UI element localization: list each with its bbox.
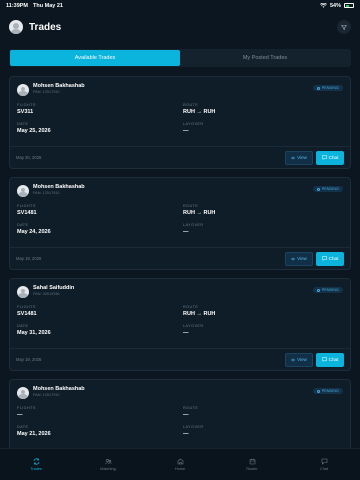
route-value: — — [183, 412, 189, 418]
clock-icon — [316, 187, 320, 191]
clock-icon — [316, 86, 320, 90]
flight-value: SV1481 — [17, 210, 37, 216]
layover-value: — — [183, 128, 189, 134]
trader-name: Mohsen Bakhashab — [33, 386, 85, 392]
app-header: Trades — [9, 18, 351, 36]
avatar — [17, 286, 29, 298]
chat-bubble-icon — [321, 256, 327, 261]
eye-icon — [291, 257, 296, 260]
view-button[interactable]: View — [285, 150, 313, 165]
chat-button[interactable]: Chat — [316, 352, 344, 367]
chat-icon — [321, 458, 327, 465]
status-bar: 11:39PM Thu May 21 54% — [0, 0, 360, 11]
route-value: RUH → RUH — [183, 311, 216, 317]
posted-date: May 20, 2026 — [16, 155, 42, 160]
avatar — [17, 185, 29, 197]
trade-tabs: Available Trades My Posted Trades — [9, 49, 351, 67]
status-date: Thu May 21 — [33, 2, 63, 9]
posted-date: May 19, 2026 — [16, 357, 42, 362]
home-icon — [177, 458, 183, 465]
nav-home[interactable]: Home — [160, 458, 200, 471]
filter-button[interactable] — [337, 20, 351, 34]
status-badge: PENDING — [312, 186, 343, 192]
battery-percent: 54% — [329, 2, 341, 9]
trade-card[interactable]: Mohsen Bakhashab PAN: 12517910 PENDING F… — [9, 177, 351, 270]
route-value: RUH → RUH — [183, 109, 216, 115]
matching-icon — [104, 459, 112, 465]
trader-id: PAN: 30019336 — [33, 292, 60, 296]
status-time: 11:39PM — [6, 2, 29, 9]
chat-bubble-icon — [321, 357, 327, 362]
flight-value: — — [17, 412, 23, 418]
nav-chat[interactable]: Chat — [304, 458, 344, 471]
layover-value: — — [183, 431, 189, 437]
avatar — [17, 387, 29, 399]
status-badge: PENDING — [312, 85, 343, 91]
tab-my-posted-trades[interactable]: My Posted Trades — [180, 50, 350, 66]
view-button[interactable]: View — [285, 251, 313, 266]
trader-id: PAN: 12517910 — [33, 90, 60, 94]
trade-card[interactable]: Mohsen Bakhashab PAN: 12517910 PENDING F… — [9, 76, 351, 169]
trades-icon — [33, 458, 39, 465]
bottom-nav: Trades Matching Home Roster Chat — [0, 448, 360, 480]
date-value: May 21, 2026 — [17, 431, 51, 437]
chat-button[interactable]: Chat — [316, 150, 344, 165]
date-value: May 24, 2026 — [17, 229, 51, 235]
avatar — [17, 84, 29, 96]
battery-icon — [344, 3, 354, 8]
status-badge: PENDING — [312, 388, 343, 394]
clock-icon — [316, 389, 320, 393]
date-value: May 31, 2026 — [17, 330, 51, 336]
trader-name: Mohsen Bakhashab — [33, 184, 85, 190]
nav-roster[interactable]: Roster — [232, 458, 272, 471]
trader-id: PAN: 12517910 — [33, 393, 60, 397]
eye-icon — [291, 156, 296, 159]
trader-name: Sahal Saifuddin — [33, 285, 75, 291]
trade-list: Mohsen Bakhashab PAN: 12517910 PENDING F… — [9, 76, 351, 480]
route-value: RUH → RUH — [183, 210, 216, 216]
chat-bubble-icon — [321, 155, 327, 160]
eye-icon — [291, 358, 296, 361]
posted-date: May 19, 2026 — [16, 256, 42, 261]
nav-matching[interactable]: Matching — [88, 458, 128, 471]
flight-value: SV311 — [17, 109, 34, 115]
trade-card[interactable]: Sahal Saifuddin PAN: 30019336 PENDING FL… — [9, 278, 351, 371]
trader-name: Mohsen Bakhashab — [33, 83, 85, 89]
view-button[interactable]: View — [285, 352, 313, 367]
layover-value: — — [183, 229, 189, 235]
tab-available-trades[interactable]: Available Trades — [10, 50, 180, 66]
avatar[interactable] — [9, 20, 23, 34]
clock-icon — [316, 288, 320, 292]
nav-trades[interactable]: Trades — [16, 458, 56, 471]
roster-icon — [249, 458, 255, 465]
status-badge: PENDING — [312, 287, 343, 293]
layover-value: — — [183, 330, 189, 336]
date-value: May 25, 2026 — [17, 128, 51, 134]
trader-id: PAN: 12517910 — [33, 191, 60, 195]
flight-value: SV1481 — [17, 311, 37, 317]
filter-icon — [341, 24, 347, 30]
chat-button[interactable]: Chat — [316, 251, 344, 266]
page-title: Trades — [29, 21, 62, 33]
wifi-icon — [320, 3, 327, 8]
